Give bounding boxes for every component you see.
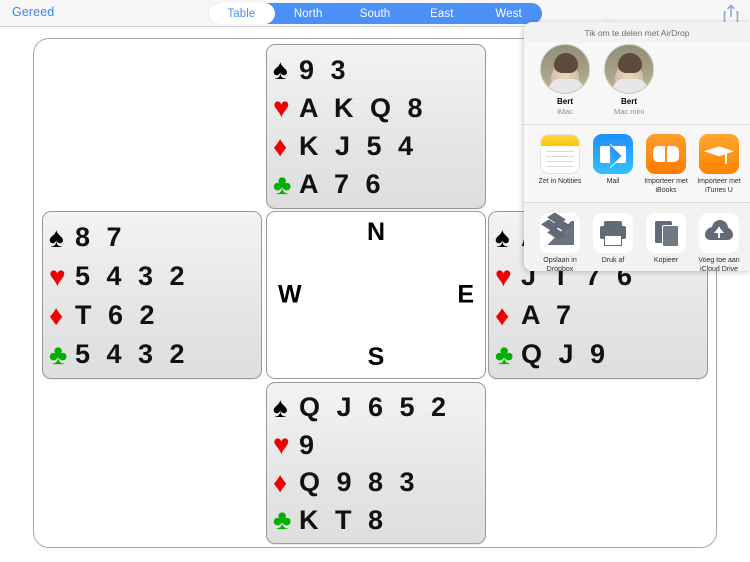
- diamond-icon: ♦: [49, 299, 64, 331]
- print-icon: [593, 212, 633, 253]
- north-diamonds-cards: K J 5 4: [299, 131, 418, 162]
- segment-table[interactable]: Table: [208, 3, 275, 24]
- club-icon: ♣: [49, 338, 68, 370]
- share-action-label: Opslaan in Dropbox: [543, 256, 577, 271]
- suit-row-hearts: ♥ 5 4 3 2: [49, 257, 257, 296]
- share-app-row: Zet in Notities Mail Importeer met iBook…: [524, 125, 750, 203]
- suit-row-clubs: ♣ K T 8: [273, 502, 481, 540]
- west-diamonds-cards: T 6 2: [75, 300, 160, 330]
- airdrop-contact-name: Bert: [620, 97, 637, 106]
- share-action-print[interactable]: Druk af: [587, 212, 639, 271]
- south-clubs-cards: K T 8: [299, 504, 388, 535]
- heart-icon: ♥: [273, 429, 290, 461]
- diamond-icon: ♦: [273, 466, 288, 498]
- suit-row-diamonds: ♦ T 6 2: [49, 296, 257, 335]
- share-action-icloud-drive[interactable]: Voeg toe aan iCloud Drive: [693, 212, 745, 271]
- spade-icon: ♠: [495, 221, 510, 253]
- west-hearts-cards: 5 4 3 2: [75, 261, 190, 291]
- compass-east-label: E: [457, 280, 474, 309]
- segment-north[interactable]: North: [275, 3, 342, 24]
- west-spades-cards: 8 7: [75, 222, 127, 252]
- compass-north-label: N: [366, 218, 386, 246]
- mail-icon: [593, 134, 633, 175]
- spade-icon: ♠: [273, 391, 288, 423]
- airdrop-contact-device: iMac: [557, 106, 573, 116]
- heart-icon: ♥: [273, 92, 290, 124]
- airdrop-contact-device: Mac mini: [613, 106, 644, 116]
- suit-row-spades: ♠ 8 7: [49, 218, 257, 257]
- app-root: Gereed Table North South East West ♠ 9 3: [0, 0, 750, 562]
- suit-row-diamonds: ♦ Q 9 8 3: [273, 464, 481, 502]
- suit-row-hearts: ♥ 9: [273, 427, 481, 465]
- airdrop-contact[interactable]: Bert iMac: [538, 44, 592, 116]
- club-icon: ♣: [273, 168, 292, 200]
- share-action-mail[interactable]: Mail: [587, 134, 639, 196]
- west-clubs-cards: 5 4 3 2: [75, 339, 190, 369]
- share-sheet: Tik om te delen met AirDrop Bert iMac Be…: [524, 22, 750, 271]
- suit-row-hearts: ♥ A K Q 8: [273, 89, 481, 127]
- north-hearts-cards: A K Q 8: [299, 92, 428, 123]
- hand-south[interactable]: ♠ Q J 6 5 2 ♥ 9 ♦ Q 9 8 3 ♣ K T 8: [266, 382, 486, 544]
- airdrop-contacts: Bert iMac Bert Mac mini: [524, 42, 750, 126]
- done-button[interactable]: Gereed: [12, 5, 54, 19]
- airdrop-contact-name: Bert: [556, 97, 573, 106]
- share-action-label: Importeer met iTunes U: [697, 178, 741, 195]
- diamond-icon: ♦: [495, 299, 510, 331]
- share-action-notes[interactable]: Zet in Notities: [534, 134, 586, 196]
- notes-icon: [540, 134, 580, 175]
- share-action-dropbox[interactable]: Opslaan in Dropbox: [534, 212, 586, 271]
- heart-icon: ♥: [49, 260, 66, 292]
- share-action-row: Opslaan in Dropbox Druk af Kopieer Voeg …: [524, 202, 750, 271]
- share-action-label: Kopieer: [653, 256, 679, 264]
- share-action-label: Zet in Notities: [538, 178, 582, 186]
- spade-icon: ♠: [273, 54, 288, 86]
- share-action-label: Importeer met iBooks: [644, 178, 688, 195]
- share-action-partial[interactable]: [746, 213, 750, 271]
- east-clubs-cards: Q J 9: [521, 339, 610, 369]
- share-action-ibooks[interactable]: Importeer met iBooks: [640, 134, 692, 196]
- segment-east[interactable]: East: [408, 3, 475, 24]
- icloud-drive-icon: [699, 212, 739, 253]
- suit-row-clubs: ♣ 5 4 3 2: [49, 335, 257, 374]
- avatar: [540, 44, 590, 94]
- airdrop-contact[interactable]: Bert Mac mini: [602, 44, 656, 116]
- airdrop-title: Tik om te delen met AirDrop: [584, 28, 690, 38]
- diamond-icon: ♦: [273, 130, 288, 162]
- share-action-label: Voeg toe aan iCloud Drive: [698, 256, 740, 271]
- segment-south[interactable]: South: [342, 3, 409, 24]
- suit-row-spades: ♠ Q J 6 5 2: [273, 389, 481, 427]
- itunes-u-icon: [699, 134, 739, 175]
- east-diamonds-cards: A 7: [521, 300, 576, 330]
- club-icon: ♣: [273, 504, 292, 536]
- share-action-partial[interactable]: [746, 134, 750, 196]
- north-spades-cards: 9 3: [299, 54, 351, 85]
- suit-row-clubs: ♣ Q J 9: [495, 335, 703, 374]
- south-diamonds-cards: Q 9 8 3: [299, 467, 420, 498]
- suit-row-diamonds: ♦ A 7: [495, 296, 703, 335]
- ibooks-icon: [646, 134, 686, 175]
- seat-segmented-control[interactable]: Table North South East West: [208, 3, 542, 24]
- hand-north[interactable]: ♠ 9 3 ♥ A K Q 8 ♦ K J 5 4 ♣ A 7 6: [266, 44, 486, 209]
- compass-west-label: W: [278, 280, 302, 309]
- suit-row-spades: ♠ 9 3: [273, 51, 481, 89]
- spade-icon: ♠: [49, 221, 64, 253]
- avatar: [604, 44, 654, 94]
- share-action-itunes-u[interactable]: Importeer met iTunes U: [693, 134, 745, 196]
- north-clubs-cards: A 7 6: [299, 169, 386, 200]
- heart-icon: ♥: [495, 260, 512, 292]
- south-hearts-cards: 9: [299, 429, 319, 460]
- compass-south-label: S: [367, 343, 385, 371]
- hand-west[interactable]: ♠ 8 7 ♥ 5 4 3 2 ♦ T 6 2 ♣ 5 4 3 2: [42, 211, 262, 379]
- share-action-label: Druk af: [601, 256, 625, 264]
- compass-center: N W E S: [266, 211, 486, 379]
- club-icon: ♣: [495, 338, 514, 370]
- dropbox-icon: [540, 212, 580, 253]
- share-action-label: Mail: [606, 178, 620, 186]
- suit-row-diamonds: ♦ K J 5 4: [273, 128, 481, 166]
- segment-west[interactable]: West: [475, 3, 542, 24]
- copy-icon: [646, 212, 686, 253]
- suit-row-clubs: ♣ A 7 6: [273, 166, 481, 204]
- south-spades-cards: Q J 6 5 2: [299, 392, 451, 423]
- share-action-copy[interactable]: Kopieer: [640, 212, 692, 271]
